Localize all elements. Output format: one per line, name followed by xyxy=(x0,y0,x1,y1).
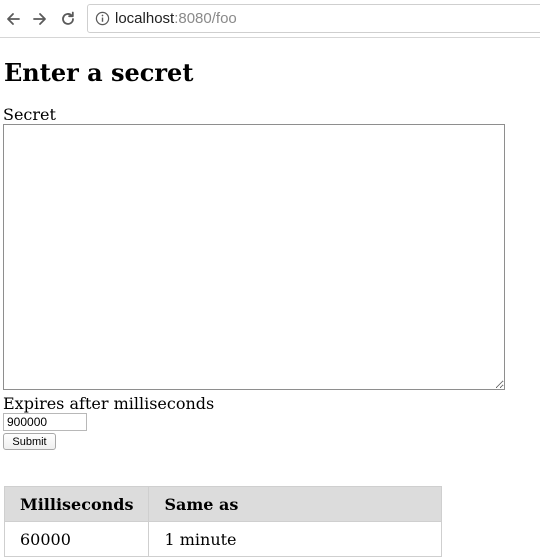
address-path: :8080/foo xyxy=(174,10,237,27)
address-bar[interactable]: localhost:8080/foo xyxy=(87,4,540,33)
page-title: Enter a secret xyxy=(4,58,194,87)
milliseconds-table: Milliseconds Same as 60000 1 minute xyxy=(3,486,443,557)
arrow-right-icon xyxy=(33,13,46,25)
secret-label: Secret xyxy=(3,105,56,124)
address-url: localhost:8080/foo xyxy=(115,10,237,27)
info-icon[interactable] xyxy=(95,11,110,26)
arrow-left-icon xyxy=(7,13,20,25)
table-cell-milliseconds: 60000 xyxy=(3,521,150,557)
table-cell-same-as: 1 minute xyxy=(148,521,443,557)
forward-button[interactable] xyxy=(30,9,50,29)
reload-button[interactable] xyxy=(58,9,78,29)
table-header-row: Milliseconds Same as xyxy=(3,486,443,522)
header-same-as: Same as xyxy=(148,486,443,522)
address-host: localhost xyxy=(115,10,175,27)
expires-label: Expires after milliseconds xyxy=(3,394,215,413)
secret-textarea[interactable] xyxy=(3,124,505,390)
back-button[interactable] xyxy=(3,9,23,29)
header-milliseconds: Milliseconds xyxy=(3,486,150,522)
milliseconds-input[interactable] xyxy=(3,413,87,431)
table-row: 60000 1 minute xyxy=(3,521,443,557)
reload-icon xyxy=(62,11,74,25)
browser-toolbar: localhost:8080/foo xyxy=(0,0,540,38)
submit-button[interactable]: Submit xyxy=(3,433,56,450)
